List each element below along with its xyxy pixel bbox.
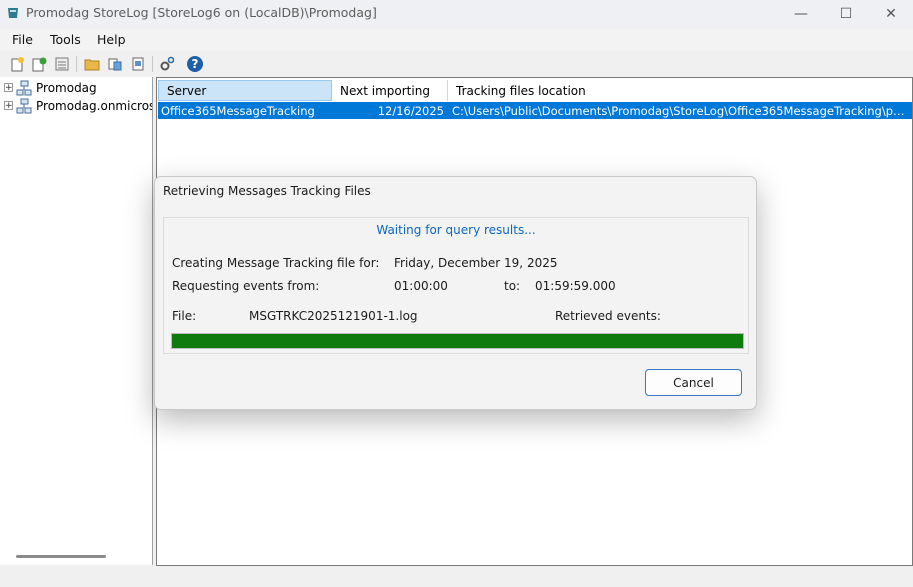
column-header-label: Tracking files location: [456, 83, 586, 98]
creating-value: Friday, December 19, 2025: [394, 256, 558, 270]
tree-item-label: Promodag.onmicrosoft.com: [36, 98, 152, 113]
to-label: to:: [504, 279, 521, 293]
minimize-icon: —: [794, 5, 808, 22]
toolbar: ?: [0, 52, 913, 76]
progress-fill: [172, 334, 743, 348]
column-header-next-importing[interactable]: Next importing: [332, 80, 448, 101]
cell-server: Office365MessageTracking: [161, 104, 315, 118]
cell-tracking-location: C:\Users\Public\Documents\Promodag\Store…: [452, 104, 908, 118]
new-item-button[interactable]: [30, 55, 48, 73]
import-icon: [108, 58, 122, 71]
help-button[interactable]: ?: [186, 55, 204, 73]
window-title: Promodag StoreLog [StoreLog6 on (LocalDB…: [26, 5, 377, 20]
list-view-button[interactable]: [53, 55, 71, 73]
help-icon: ?: [187, 56, 203, 72]
retrieving-dialog: Retrieving Messages Tracking Files Waiti…: [154, 176, 757, 410]
cell-next-importing: 12/16/2025: [377, 104, 444, 118]
document-button[interactable]: [129, 55, 147, 73]
server-tree[interactable]: + Promodag + Promodag.onmicrosoft.com: [0, 77, 153, 565]
new-report-button[interactable]: [8, 55, 26, 73]
status-bar: [0, 567, 913, 587]
to-value: 01:59:59.000: [535, 279, 616, 293]
column-header-label: Next importing: [340, 83, 430, 98]
table-row[interactable]: Office365MessageTracking 12/16/2025 C:\U…: [158, 102, 912, 119]
menu-tools[interactable]: Tools: [50, 32, 81, 47]
new-item-icon: [32, 57, 47, 72]
menu-bar: File Tools Help: [0, 29, 913, 51]
settings-button[interactable]: [158, 55, 176, 73]
minimize-button[interactable]: —: [778, 0, 824, 27]
server-group-icon: [16, 98, 32, 113]
expand-icon[interactable]: +: [4, 83, 13, 93]
expand-icon[interactable]: +: [4, 101, 13, 111]
maximize-icon: ☐: [839, 5, 853, 22]
toolbar-separator: [76, 56, 77, 72]
close-icon: ✕: [885, 5, 897, 22]
folder-icon: [84, 59, 100, 71]
from-value: 01:00:00: [394, 279, 448, 293]
svg-text:?: ?: [192, 57, 199, 71]
app-icon: [8, 8, 18, 18]
tree-item-label: Promodag: [36, 80, 97, 95]
cancel-button[interactable]: Cancel: [645, 369, 742, 396]
column-header-server[interactable]: Server: [158, 80, 332, 101]
requesting-label: Requesting events from:: [172, 279, 320, 293]
new-report-icon: [11, 57, 24, 72]
file-value: MSGTRKC2025121901-1.log: [249, 309, 418, 323]
retrieved-events-label: Retrieved events:: [555, 309, 661, 323]
file-label: File:: [172, 309, 197, 323]
server-group-icon: [16, 80, 32, 95]
tree-item[interactable]: + Promodag: [4, 79, 97, 96]
column-header-tracking-location[interactable]: Tracking files location: [448, 80, 912, 101]
column-header-label: Server: [167, 83, 207, 98]
menu-file[interactable]: File: [12, 32, 33, 47]
open-folder-button[interactable]: [83, 55, 101, 73]
tree-item[interactable]: + Promodag.onmicrosoft.com: [4, 97, 152, 114]
document-icon: [132, 57, 144, 71]
dialog-details-group: Waiting for query results... Creating Me…: [163, 217, 749, 354]
import-button[interactable]: [106, 55, 124, 73]
dialog-title: Retrieving Messages Tracking Files: [163, 184, 371, 198]
progress-bar: [171, 333, 744, 349]
menu-help[interactable]: Help: [97, 32, 126, 47]
close-button[interactable]: ✕: [868, 0, 913, 27]
list-icon: [55, 57, 69, 71]
maximize-button[interactable]: ☐: [823, 0, 869, 27]
creating-label: Creating Message Tracking file for:: [172, 256, 380, 270]
title-bar: Promodag StoreLog [StoreLog6 on (LocalDB…: [0, 0, 913, 27]
tree-horizontal-scrollbar[interactable]: [16, 555, 106, 558]
dialog-status-text: Waiting for query results...: [376, 223, 536, 237]
toolbar-separator: [152, 56, 153, 72]
settings-icon: [160, 56, 175, 71]
